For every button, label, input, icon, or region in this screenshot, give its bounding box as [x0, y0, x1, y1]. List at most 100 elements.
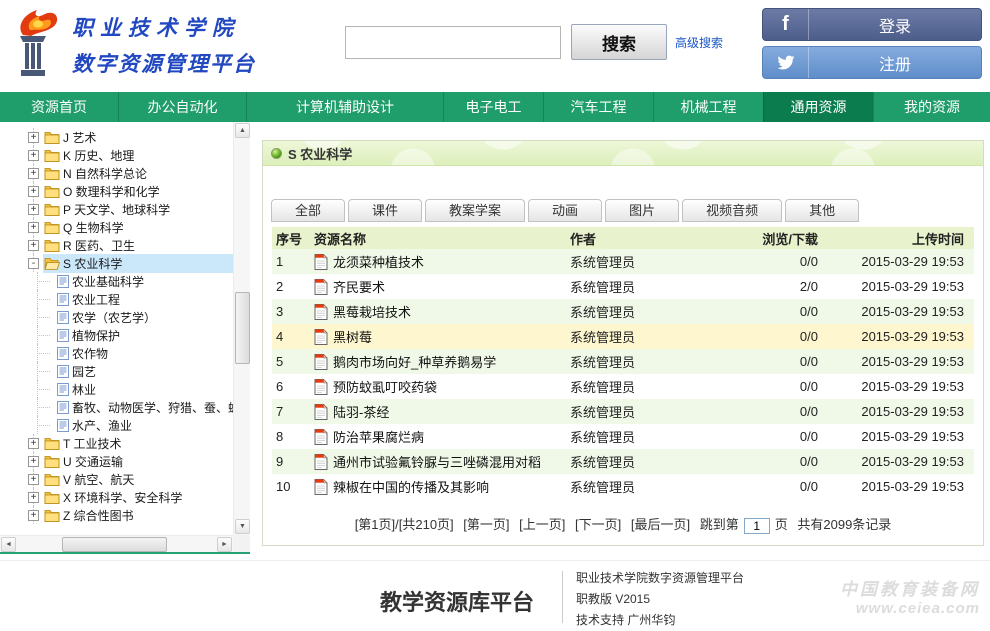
horizontal-scroll-thumb[interactable] — [62, 537, 167, 552]
tree-expander-icon[interactable]: + — [28, 186, 39, 197]
tree-item: + V 航空、航天 — [0, 470, 233, 488]
watermark-line1: 中国教育装备网 — [840, 575, 980, 600]
filter-tab-2[interactable]: 教案学案 — [425, 199, 525, 222]
scroll-left-icon[interactable]: ◄ — [1, 537, 16, 552]
tree-item-label[interactable]: 园艺 — [72, 363, 96, 380]
filter-tab-6[interactable]: 其他 — [785, 199, 859, 222]
last-page-link[interactable]: [最后一页] — [631, 517, 690, 532]
advanced-search-link[interactable]: 高级搜索 — [675, 34, 723, 51]
table-row: 8 防治苹果腐烂病 系统管理员 0/0 2015-03-29 19:53 — [272, 424, 974, 449]
tree-expander-icon[interactable]: + — [28, 132, 39, 143]
tree-expander-icon[interactable]: + — [28, 510, 39, 521]
login-button[interactable]: f 登录 — [762, 8, 982, 41]
tree-expander-icon[interactable]: + — [28, 474, 39, 485]
filter-tab-1[interactable]: 课件 — [348, 199, 422, 222]
tree-item-label[interactable]: 农业工程 — [72, 291, 120, 308]
resource-link[interactable]: 防治苹果腐烂病 — [333, 427, 424, 446]
nav-item-6[interactable]: 通用资源 — [763, 92, 873, 122]
scroll-down-icon[interactable]: ▼ — [235, 519, 250, 534]
vertical-scroll-thumb[interactable] — [235, 292, 250, 364]
filter-tab-0[interactable]: 全部 — [271, 199, 345, 222]
tree-expander-icon[interactable]: + — [28, 240, 39, 251]
tree-item-label[interactable]: U 交通运输 — [63, 453, 123, 470]
tree-item-label[interactable]: 农作物 — [72, 345, 108, 362]
tree-item-label[interactable]: J 艺术 — [63, 129, 96, 146]
resource-link[interactable]: 陆羽-茶经 — [333, 402, 389, 421]
tree-expander-icon[interactable]: - — [28, 258, 39, 269]
search-button[interactable]: 搜索 — [571, 24, 667, 60]
tree-expander-icon[interactable]: + — [28, 168, 39, 179]
resource-link[interactable]: 辣椒在中国的传播及其影响 — [333, 477, 489, 496]
nav-item-2[interactable]: 计算机辅助设计 — [246, 92, 443, 122]
tree-item-label[interactable]: 畜牧、动物医学、狩猎、蚕、蜂 — [72, 399, 233, 416]
filter-tab-5[interactable]: 视频音频 — [682, 199, 782, 222]
tree-item: 水产、渔业 — [0, 416, 233, 434]
register-button[interactable]: 注册 — [762, 46, 982, 79]
resource-link[interactable]: 齐民要术 — [333, 277, 385, 296]
tree-item-label[interactable]: Z 综合性图书 — [63, 507, 134, 524]
tree-item-label[interactable]: O 数理科学和化学 — [63, 183, 160, 200]
resource-link[interactable]: 鹅肉市场向好_种草养鹅易学 — [333, 352, 496, 371]
tree-item-label[interactable]: 植物保护 — [72, 327, 120, 344]
tree-item-label[interactable]: 水产、渔业 — [72, 417, 132, 434]
site-title-line2: 数字资源管理平台 — [72, 48, 256, 78]
filter-tab-4[interactable]: 图片 — [605, 199, 679, 222]
tree-item-label[interactable]: P 天文学、地球科学 — [63, 201, 170, 218]
row-number: 1 — [272, 249, 310, 274]
tree-expander-icon[interactable]: + — [28, 204, 39, 215]
tree-item: 植物保护 — [0, 326, 233, 344]
footer-info-line: 技术支持 广州华钧 — [576, 610, 744, 631]
tree-item-label[interactable]: T 工业技术 — [63, 435, 121, 452]
resource-author: 系统管理员 — [566, 449, 736, 474]
tree-expander-icon[interactable]: + — [28, 150, 39, 161]
tree-vertical-scrollbar[interactable]: ▲ ▼ — [233, 122, 250, 535]
register-label: 注册 — [809, 47, 981, 78]
tree-item-label[interactable]: 农学（农艺学） — [72, 309, 156, 326]
nav-item-3[interactable]: 电子电工 — [443, 92, 543, 122]
tree-expander-icon[interactable]: + — [28, 438, 39, 449]
tree-item-label[interactable]: S 农业科学 — [63, 255, 122, 272]
content-panel: S 农业科学 全部 课件 教案学案 动画 图片 视频音频 其他 序号资源名称作者… — [262, 140, 984, 546]
tree-item: + X 环境科学、安全科学 — [0, 488, 233, 506]
tree-item-label[interactable]: R 医药、卫生 — [63, 237, 135, 254]
nav-item-7[interactable]: 我的资源 — [873, 92, 990, 122]
resource-views: 0/0 — [736, 249, 828, 274]
document-icon — [57, 401, 69, 414]
resource-link[interactable]: 通州市试验氟铃脲与三唑磷混用对稻 — [333, 452, 541, 471]
resource-link[interactable]: 黑树莓 — [333, 327, 372, 346]
tree-item-label[interactable]: Q 生物科学 — [63, 219, 124, 236]
resource-link[interactable]: 黑莓栽培技术 — [333, 302, 411, 321]
tree-expander-icon[interactable]: + — [28, 492, 39, 503]
nav-item-4[interactable]: 汽车工程 — [543, 92, 653, 122]
table-header-row: 序号资源名称作者浏览/下载上传时间 — [272, 227, 974, 249]
tree-item-label[interactable]: V 航空、航天 — [63, 471, 134, 488]
tree-horizontal-scrollbar[interactable]: ◄ ► — [0, 535, 233, 552]
first-page-link[interactable]: [第一页] — [463, 517, 509, 532]
nav-item-1[interactable]: 办公自动化 — [118, 92, 246, 122]
tree-expander-icon[interactable]: + — [28, 456, 39, 467]
folder-icon — [44, 473, 60, 486]
tree-item-label[interactable]: 农业基础科学 — [72, 273, 144, 290]
tree-item-label[interactable]: X 环境科学、安全科学 — [63, 489, 182, 506]
tree-item-label[interactable]: 林业 — [72, 381, 96, 398]
resource-time: 2015-03-29 19:53 — [828, 374, 974, 399]
tree-item-label[interactable]: N 自然科学总论 — [63, 165, 147, 182]
next-page-link[interactable]: [下一页] — [575, 517, 621, 532]
nav-item-5[interactable]: 机械工程 — [653, 92, 763, 122]
search-input[interactable] — [345, 26, 561, 59]
jump-page-input[interactable] — [744, 518, 770, 534]
row-number: 9 — [272, 449, 310, 474]
resource-author: 系统管理员 — [566, 349, 736, 374]
scroll-right-icon[interactable]: ► — [217, 537, 232, 552]
tree-item-label[interactable]: K 历史、地理 — [63, 147, 134, 164]
resource-table: 序号资源名称作者浏览/下载上传时间 1 龙须菜种植技术 系统管理员 0/0 20… — [272, 227, 974, 499]
prev-page-link[interactable]: [上一页] — [519, 517, 565, 532]
column-header-2: 作者 — [566, 227, 736, 249]
resource-link[interactable]: 龙须菜种植技术 — [333, 252, 424, 271]
tree-expander-icon[interactable]: + — [28, 222, 39, 233]
facebook-icon: f — [763, 9, 809, 40]
scroll-up-icon[interactable]: ▲ — [235, 123, 250, 138]
resource-link[interactable]: 预防蚊虱叮咬药袋 — [333, 377, 437, 396]
nav-item-0[interactable]: 资源首页 — [0, 92, 118, 122]
filter-tab-3[interactable]: 动画 — [528, 199, 602, 222]
